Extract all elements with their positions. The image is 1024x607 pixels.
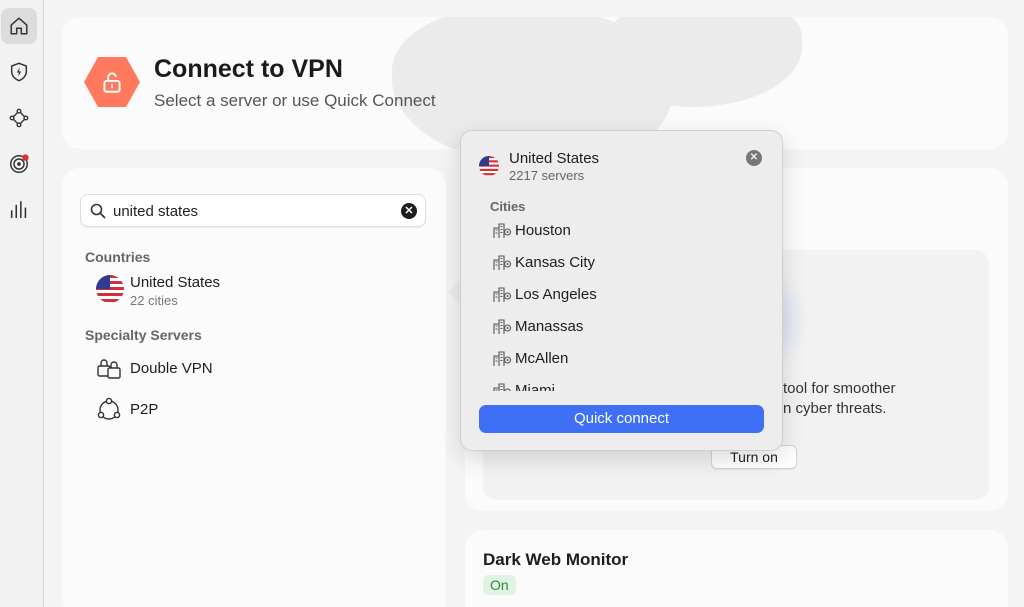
sidebar-item-dark-web-monitor[interactable] bbox=[1, 146, 37, 182]
search-icon bbox=[90, 203, 106, 219]
countries-label: Countries bbox=[85, 249, 151, 265]
country-popover: United States 2217 servers ✕ Cities Hous… bbox=[460, 130, 783, 451]
city-name: McAllen bbox=[515, 349, 569, 367]
sidebar-item-meshnet[interactable] bbox=[1, 100, 37, 136]
city-buildings-icon bbox=[493, 286, 512, 302]
sidebar-item-home[interactable] bbox=[1, 8, 37, 44]
search-input[interactable]: united states ✕ bbox=[80, 194, 426, 227]
dark-web-monitor-card[interactable]: Dark Web Monitor On bbox=[465, 530, 1008, 607]
country-name: United States bbox=[130, 274, 221, 291]
city-item[interactable]: McAllen bbox=[493, 346, 568, 370]
city-buildings-icon bbox=[493, 350, 512, 366]
city-name: Manassas bbox=[515, 317, 584, 335]
specialty-item-double-vpn[interactable]: Double VPN bbox=[82, 354, 422, 384]
world-map-landmass bbox=[602, 17, 802, 107]
city-buildings-icon bbox=[493, 254, 512, 270]
popover-country-name: United States bbox=[509, 150, 600, 167]
search-value: united states bbox=[113, 203, 199, 220]
city-list[interactable]: Houston Kansas City Los Angeles Manassas… bbox=[461, 215, 782, 391]
city-item[interactable]: Los Angeles bbox=[493, 282, 597, 306]
cities-label: Cities bbox=[490, 199, 526, 214]
double-vpn-label: Double VPN bbox=[130, 360, 213, 377]
target-icon bbox=[10, 154, 29, 173]
us-flag-icon bbox=[479, 156, 499, 176]
page-subtitle: Select a server or use Quick Connect bbox=[154, 91, 436, 110]
unlocked-padlock-icon bbox=[103, 72, 121, 93]
page-title: Connect to VPN bbox=[154, 55, 343, 83]
city-buildings-icon bbox=[493, 382, 512, 391]
city-name: Miami bbox=[515, 381, 555, 392]
city-item[interactable]: Manassas bbox=[493, 314, 583, 338]
city-buildings-icon bbox=[493, 222, 512, 238]
feature-description-line-2: n cyber threats. bbox=[783, 400, 887, 417]
quick-connect-button[interactable]: Quick connect bbox=[479, 405, 764, 433]
city-name: Los Angeles bbox=[515, 285, 597, 303]
city-name: Houston bbox=[515, 221, 571, 239]
bar-stats-icon bbox=[10, 200, 27, 219]
server-list-panel: united states ✕ Countries United States … bbox=[62, 168, 446, 607]
sidebar-item-stats[interactable] bbox=[1, 192, 37, 228]
city-buildings-icon bbox=[493, 318, 512, 334]
vpn-status-badge bbox=[84, 57, 140, 107]
country-cities-count: 22 cities bbox=[130, 293, 178, 308]
sidebar bbox=[0, 0, 44, 607]
country-item-united-states[interactable]: United States 22 cities bbox=[82, 271, 422, 309]
home-icon bbox=[10, 17, 28, 35]
city-name: Kansas City bbox=[515, 253, 596, 271]
meshnet-icon bbox=[9, 108, 29, 128]
notification-dot bbox=[22, 154, 29, 161]
city-item[interactable]: Houston bbox=[493, 218, 571, 242]
dark-web-monitor-title: Dark Web Monitor bbox=[483, 550, 629, 569]
close-icon[interactable]: ✕ bbox=[746, 150, 762, 166]
specialty-item-p2p[interactable]: P2P bbox=[82, 395, 422, 425]
status-badge: On bbox=[483, 575, 516, 595]
clear-search-icon[interactable]: ✕ bbox=[401, 203, 417, 219]
double-vpn-icon bbox=[97, 359, 121, 379]
p2p-icon bbox=[97, 397, 121, 420]
city-item[interactable]: Kansas City bbox=[493, 250, 595, 274]
sidebar-item-threat-protection[interactable] bbox=[1, 54, 37, 90]
us-flag-icon bbox=[96, 275, 124, 303]
p2p-label: P2P bbox=[130, 401, 159, 418]
popover-server-count: 2217 servers bbox=[509, 168, 585, 183]
specialty-servers-label: Specialty Servers bbox=[85, 327, 202, 343]
shield-bolt-icon bbox=[10, 62, 28, 82]
feature-description-line-1: tool for smoother bbox=[783, 380, 896, 397]
city-item[interactable]: Miami bbox=[493, 378, 555, 391]
